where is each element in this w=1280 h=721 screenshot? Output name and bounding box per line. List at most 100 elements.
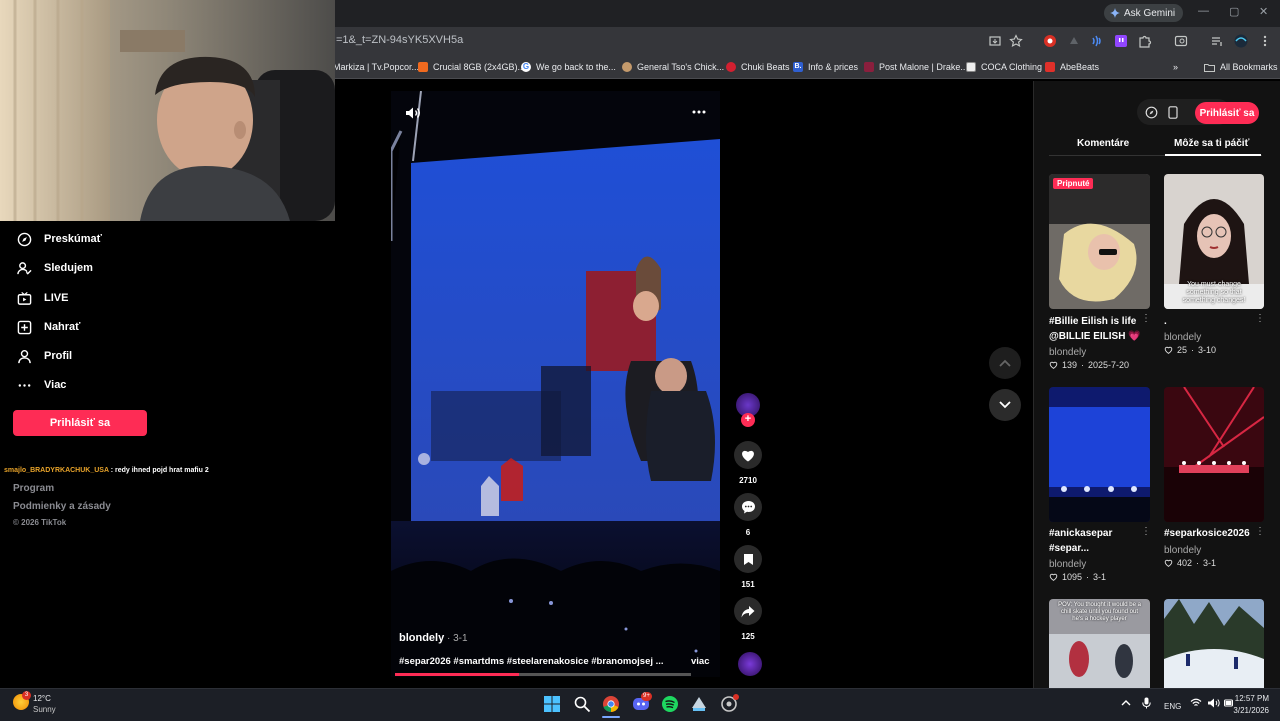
bookmark-favicon-icon <box>726 62 736 72</box>
card-title-line2[interactable]: @BILLIE EILISH 💗 <box>1049 331 1141 342</box>
video-thumbnail[interactable] <box>1164 599 1264 688</box>
panel-login-button[interactable]: Prihlásiť sa <box>1195 102 1259 124</box>
browser-menu-icon[interactable] <box>1258 34 1272 48</box>
card-more-icon[interactable]: ⋮ <box>1255 526 1265 537</box>
recommendations-panel <box>1033 81 1280 688</box>
compass-small-icon[interactable] <box>1145 106 1158 119</box>
video-thumbnail[interactable] <box>1049 387 1150 522</box>
next-video-button[interactable] <box>989 389 1021 421</box>
footer-program-link[interactable]: Program <box>13 483 54 494</box>
weather-temp[interactable]: 12°C <box>33 694 51 703</box>
weather-desc[interactable]: Sunny <box>33 705 56 714</box>
bookmark-item[interactable]: General Tso's Chick... <box>622 56 724 78</box>
media-controls-icon[interactable] <box>1210 34 1224 48</box>
sidebar-item-profile[interactable]: Profil <box>16 346 72 366</box>
bookmark-item[interactable]: AbeBeats <box>1045 56 1099 78</box>
tray-chevron-up-icon[interactable] <box>1121 699 1131 707</box>
chrome-icon[interactable] <box>602 695 620 713</box>
bookmark-item[interactable]: Crucial 8GB (2x4GB)... <box>418 56 525 78</box>
footer-terms-link[interactable]: Podmienky a zásady <box>13 501 111 512</box>
extension-red-icon[interactable] <box>1043 34 1057 48</box>
maximize-window-button[interactable]: ▢ <box>1229 5 1239 18</box>
bookmarks-overflow-button[interactable]: » <box>1173 56 1178 78</box>
video-thumbnail[interactable]: POV: You thought it would be a chill ska… <box>1049 599 1150 688</box>
bookmark-item[interactable]: Post Malone | Drake... <box>864 56 968 78</box>
sidebar-item-more[interactable]: Viac <box>16 375 66 395</box>
ask-gemini-button[interactable]: Ask Gemini <box>1104 4 1184 22</box>
card-author[interactable]: blondely <box>1049 347 1086 358</box>
sidebar-item-following[interactable]: Sledujem <box>16 258 93 278</box>
sidebar-login-button[interactable]: Prihlásiť sa <box>13 410 147 436</box>
chevron-up-icon <box>999 359 1011 367</box>
bookmark-star-icon[interactable] <box>1009 34 1023 48</box>
mobile-device-icon[interactable] <box>1168 106 1178 119</box>
video-more-options-icon[interactable] <box>692 110 706 114</box>
video-thumbnail[interactable] <box>1164 387 1264 522</box>
language-indicator[interactable]: ENG <box>1164 702 1181 711</box>
card-author[interactable]: blondely <box>1164 545 1201 556</box>
volume-icon[interactable] <box>405 106 421 120</box>
bookmark-item[interactable]: Chuki Beats <box>726 56 790 78</box>
save-button[interactable] <box>734 545 762 573</box>
thumbnail-image <box>1049 387 1150 522</box>
bookmark-item[interactable]: B. Info & prices <box>793 56 858 78</box>
profile-avatar-icon[interactable] <box>1234 34 1248 48</box>
compass-icon <box>17 232 31 246</box>
wifi-icon[interactable] <box>1190 698 1202 708</box>
video-player[interactable]: blondely · 3-1 #separ2026 #smartdms #ste… <box>391 91 720 677</box>
video-thumbnail[interactable]: You must change something so that someth… <box>1164 174 1264 309</box>
sidebar-item-live[interactable]: LIVE <box>16 288 68 308</box>
card-more-icon[interactable]: ⋮ <box>1255 313 1265 324</box>
bookmark-favicon-icon: B. <box>793 62 803 72</box>
tab-you-may-like[interactable]: Môže sa ti páčiť <box>1174 138 1249 149</box>
comment-button[interactable] <box>734 493 762 521</box>
video-thumbnail[interactable]: Pripnuté <box>1049 174 1150 309</box>
like-button[interactable] <box>734 441 762 469</box>
sidebar-item-explore[interactable]: Preskúmať <box>16 229 102 249</box>
like-count: 2710 <box>739 476 757 485</box>
sound-disc-icon[interactable] <box>738 652 762 676</box>
extension-dark-icon[interactable] <box>1067 34 1081 48</box>
microphone-icon[interactable] <box>1142 697 1151 709</box>
all-bookmarks-folder[interactable]: All Bookmarks <box>1204 56 1278 78</box>
follow-plus-icon[interactable]: + <box>741 413 755 427</box>
spotify-icon[interactable] <box>661 695 679 713</box>
bookmark-item[interactable]: COCA Clothing <box>966 56 1042 78</box>
video-author[interactable]: blondely <box>399 632 444 644</box>
heart-outline-icon <box>1049 361 1058 369</box>
steam-icon[interactable] <box>690 695 708 713</box>
bookmark-item[interactable]: Markiza | Tv.Popcor... <box>333 56 419 78</box>
card-more-icon[interactable]: ⋮ <box>1141 313 1151 324</box>
sidebar-item-upload[interactable]: Nahrať <box>16 317 80 337</box>
tab-comments[interactable]: Komentáre <box>1077 138 1129 149</box>
bookmark-item[interactable]: G We go back to the... <box>521 56 616 78</box>
card-author[interactable]: blondely <box>1049 559 1086 570</box>
taskbar-time[interactable]: 12:57 PM <box>1232 694 1269 703</box>
windows-start-icon[interactable] <box>543 695 561 713</box>
video-progress-track[interactable] <box>395 673 691 676</box>
previous-video-button[interactable] <box>989 347 1021 379</box>
video-caption[interactable]: #separ2026 #smartdms #steelarenakosice #… <box>399 656 664 667</box>
card-title-line2[interactable]: #separ... <box>1049 543 1089 554</box>
profile-icon <box>17 349 31 363</box>
close-window-button[interactable]: ✕ <box>1259 5 1268 18</box>
speaker-icon[interactable] <box>1207 698 1220 708</box>
minimize-window-button[interactable]: — <box>1198 5 1209 17</box>
install-app-icon[interactable] <box>988 34 1002 48</box>
thumbnail-caption: You must change something so that someth… <box>1182 281 1246 304</box>
card-title[interactable]: #Billie Eilish is life <box>1049 316 1136 327</box>
video-caption-more[interactable]: viac <box>691 656 710 667</box>
extension-audio-icon[interactable] <box>1090 34 1104 48</box>
share-button[interactable] <box>734 597 762 625</box>
extension-twitch-icon[interactable] <box>1114 34 1128 48</box>
card-title[interactable]: #anickasepar <box>1049 528 1112 539</box>
tab-search-icon[interactable] <box>1174 34 1188 48</box>
card-author[interactable]: blondely <box>1164 332 1201 343</box>
card-more-icon[interactable]: ⋮ <box>1141 526 1151 537</box>
taskbar-search-icon[interactable] <box>573 695 591 713</box>
address-bar-url[interactable]: =1&_t=ZN-94sYK5XVH5a <box>336 34 463 46</box>
card-title[interactable]: . <box>1164 316 1167 327</box>
extensions-puzzle-icon[interactable] <box>1138 34 1152 48</box>
card-title[interactable]: #separkosice2026 <box>1164 528 1250 539</box>
taskbar-date[interactable]: 3/21/2026 <box>1228 706 1269 715</box>
